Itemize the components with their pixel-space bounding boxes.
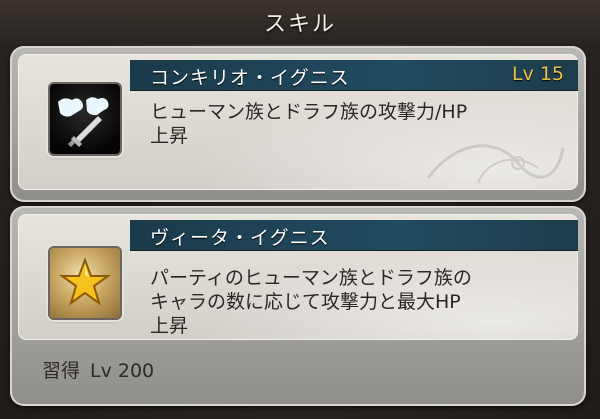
- skill-name-band: ヴィータ・イグニス: [130, 220, 578, 251]
- fists-sword-icon[interactable]: [50, 84, 120, 154]
- learn-label: 習得: [42, 360, 81, 382]
- skill-name: ヴィータ・イグニス: [150, 227, 330, 249]
- section-title: スキル: [263, 12, 336, 37]
- skill-card-1: コンキリオ・イグニス Lv 15 ヒューマン族とドラフ族の攻撃力/HP 上昇: [18, 54, 578, 190]
- skills-screen: スキル コンキリオ・イグニス Lv 15 ヒューマン族とドラフ族の攻撃力/HP …: [0, 0, 600, 419]
- skill-description: パーティのヒューマン族とドラフ族の キャラの数に応じて攻撃力と最大HP 上昇: [150, 267, 472, 337]
- skill-level: Lv 15: [511, 63, 564, 85]
- skill-card-2: ヴィータ・イグニス パーティのヒューマン族とドラフ族の キャラの数に応じて攻撃力…: [18, 214, 578, 340]
- learn-requirement: 習得 Lv 200: [42, 356, 154, 383]
- skill-description: ヒューマン族とドラフ族の攻撃力/HP 上昇: [150, 101, 468, 147]
- learn-level: Lv 200: [90, 360, 155, 382]
- section-header: スキル: [0, 0, 600, 44]
- skill-name: コンキリオ・イグニス: [150, 67, 350, 89]
- skill-name-band: コンキリオ・イグニス Lv 15: [130, 60, 578, 91]
- skill-panel-1[interactable]: コンキリオ・イグニス Lv 15 ヒューマン族とドラフ族の攻撃力/HP 上昇: [10, 46, 586, 202]
- gold-star-icon[interactable]: [50, 248, 120, 318]
- skill-panel-2[interactable]: ヴィータ・イグニス パーティのヒューマン族とドラフ族の キャラの数に応じて攻撃力…: [10, 206, 586, 406]
